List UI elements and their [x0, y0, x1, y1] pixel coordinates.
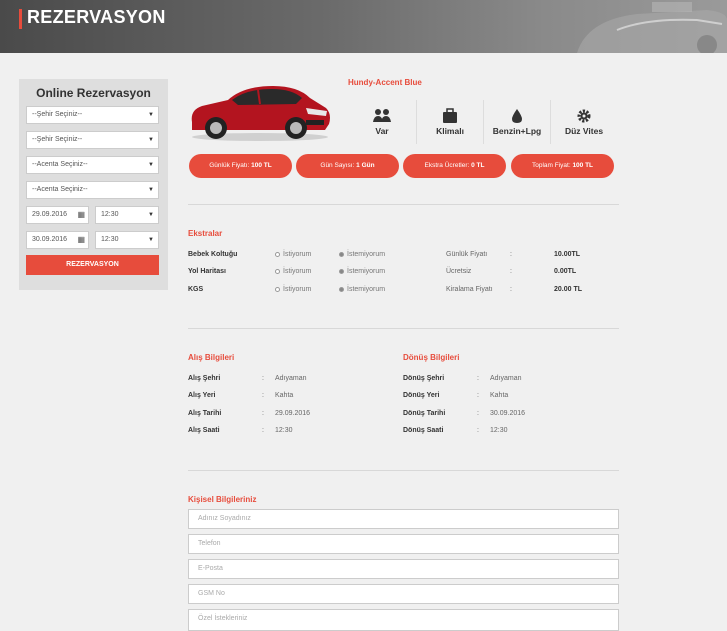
gear-icon	[577, 109, 591, 123]
extra-fees-pill: Ekstra Ücretler: 0 TL	[403, 154, 506, 178]
radio-checked-icon	[339, 252, 344, 257]
extra-price-label: Ücretsiz	[446, 268, 472, 275]
calendar-icon[interactable]: ▦	[77, 207, 85, 223]
calendar-icon[interactable]: ▦	[77, 232, 85, 248]
car-image	[191, 86, 330, 141]
feature-transmission: Düz Vites	[551, 100, 617, 144]
page-title: REZERVASYON	[27, 7, 166, 27]
fuel-drop-icon	[512, 109, 522, 123]
colon: :	[510, 286, 512, 293]
extra-name: Bebek Koltuğu	[188, 251, 238, 258]
reservation-submit-button[interactable]: REZERVASYON	[26, 255, 159, 275]
phone-input[interactable]: Telefon	[188, 534, 619, 554]
colon: :	[477, 410, 479, 417]
colon: :	[510, 268, 512, 275]
extra-yes-radio[interactable]: İstiyorum	[275, 286, 311, 293]
page-header: REZERVASYON	[0, 0, 727, 53]
colon: :	[262, 375, 264, 382]
feature-ac: Klimalı	[417, 100, 483, 144]
extras-title: Ekstralar	[188, 229, 223, 238]
return-label: Dönüş Şehri	[403, 375, 445, 382]
return-info-title: Dönüş Bilgileri	[403, 353, 460, 362]
return-agency-select[interactable]: --Acenta Seçiniz-- ▼	[26, 181, 159, 199]
pickup-label: Alış Yeri	[188, 392, 216, 399]
chevron-down-icon: ▼	[148, 212, 154, 218]
personal-info-title: Kişisel Bilgileriniz	[188, 495, 257, 504]
extra-price: 10.00TL	[554, 251, 581, 258]
return-label: Dönüş Tarihi	[403, 410, 446, 417]
chevron-down-icon: ▼	[148, 237, 154, 243]
total-price-pill: Toplam Fiyat: 100 TL	[511, 154, 614, 178]
pickup-agency-select[interactable]: --Acenta Seçiniz-- ▼	[26, 156, 159, 174]
daily-price-pill: Günlük Fiyatı: 100 TL	[189, 154, 292, 178]
briefcase-icon	[443, 108, 457, 123]
header-car-image	[577, 2, 727, 53]
pickup-label: Alış Şehri	[188, 375, 221, 382]
return-label: Dönüş Yeri	[403, 392, 440, 399]
pickup-info-title: Alış Bilgileri	[188, 353, 235, 362]
pickup-value: 29.09.2016	[275, 410, 311, 417]
email-input[interactable]: E-Posta	[188, 559, 619, 579]
colon: :	[262, 427, 264, 434]
return-value: Adıyaman	[490, 375, 522, 382]
pickup-label: Alış Tarihi	[188, 410, 222, 417]
colon: :	[262, 392, 264, 399]
return-value: 12:30	[490, 427, 508, 434]
radio-icon	[275, 269, 280, 274]
title-accent-bar	[19, 9, 22, 29]
sidebar-title: Online Rezervasyon	[36, 86, 151, 100]
users-icon	[373, 109, 391, 122]
pickup-label: Alış Saati	[188, 427, 220, 434]
extra-name: KGS	[188, 286, 204, 293]
colon: :	[510, 251, 512, 258]
chevron-down-icon: ▼	[148, 162, 154, 168]
pickup-value: Kahta	[275, 392, 294, 399]
radio-checked-icon	[339, 287, 344, 292]
extra-no-radio[interactable]: İstemiyorum	[339, 251, 385, 258]
extra-yes-radio[interactable]: İstiyorum	[275, 251, 311, 258]
gsm-input[interactable]: GSM No	[188, 584, 619, 604]
extra-yes-radio[interactable]: İstiyorum	[275, 268, 311, 275]
colon: :	[477, 392, 479, 399]
colon: :	[477, 427, 479, 434]
return-label: Dönüş Saati	[403, 427, 444, 434]
pickup-time-select[interactable]: 12:30 ▼	[95, 206, 159, 224]
pickup-city-select[interactable]: --Şehir Seçiniz-- ▼	[26, 106, 159, 124]
divider	[188, 204, 619, 205]
pickup-value: 12:30	[275, 427, 293, 434]
extra-price-label: Günlük Fiyatı	[446, 251, 488, 258]
extra-name: Yol Haritası	[188, 268, 226, 275]
extra-no-radio[interactable]: İstemiyorum	[339, 286, 385, 293]
divider	[188, 328, 619, 329]
feature-capacity: Var	[349, 100, 415, 144]
special-requests-input[interactable]: Özel İstekleriniz	[188, 609, 619, 631]
extra-price-label: Kiralama Fiyatı	[446, 286, 493, 293]
day-count-pill: Gün Sayısı: 1 Gün	[296, 154, 399, 178]
feature-fuel: Benzin+Lpg	[484, 100, 550, 144]
chevron-down-icon: ▼	[148, 187, 154, 193]
colon: :	[477, 375, 479, 382]
pickup-value: Adıyaman	[275, 375, 307, 382]
fullname-input[interactable]: Adınız Soyadınız	[188, 509, 619, 529]
extra-price: 20.00 TL	[554, 286, 583, 293]
radio-icon	[275, 287, 280, 292]
pickup-date-input[interactable]: 29.09.2016 ▦	[26, 206, 89, 224]
colon: :	[262, 410, 264, 417]
return-time-select[interactable]: 12:30 ▼	[95, 231, 159, 249]
radio-icon	[275, 252, 280, 257]
extra-price: 0.00TL	[554, 268, 577, 275]
car-name: Hundy-Accent Blue	[348, 78, 422, 87]
extra-no-radio[interactable]: İstemiyorum	[339, 268, 385, 275]
divider	[188, 470, 619, 471]
chevron-down-icon: ▼	[148, 137, 154, 143]
return-city-select[interactable]: --Şehir Seçiniz-- ▼	[26, 131, 159, 149]
radio-checked-icon	[339, 269, 344, 274]
return-date-input[interactable]: 30.09.2016 ▦	[26, 231, 89, 249]
return-value: Kahta	[490, 392, 509, 399]
chevron-down-icon: ▼	[148, 112, 154, 118]
return-value: 30.09.2016	[490, 410, 526, 417]
